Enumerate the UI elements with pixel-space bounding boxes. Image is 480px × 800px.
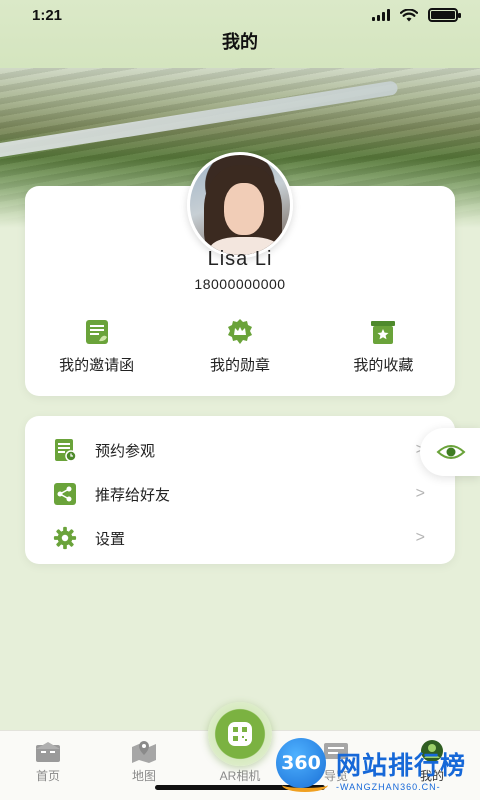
page-title: 我的: [222, 32, 258, 52]
menu-item-settings[interactable]: 设置 >: [25, 516, 455, 560]
my-favorites-button[interactable]: 我的收藏: [312, 318, 455, 375]
menu-card: 预约参观 > 推荐给好友 >: [25, 416, 455, 564]
user-phone: 18000000000: [194, 276, 286, 292]
eye-icon: [436, 445, 466, 459]
user-name: Lisa Li: [207, 248, 273, 270]
watermark-url: -WANGZHAN360.CN-: [336, 782, 441, 792]
status-time: 1:21: [32, 6, 63, 24]
status-bar: 1:21: [0, 0, 480, 30]
menu-item-label: 设置: [95, 530, 126, 548]
invitation-icon: [83, 318, 111, 346]
ar-camera-button[interactable]: [208, 702, 272, 766]
wifi-icon: [400, 8, 418, 21]
my-favorites-label: 我的收藏: [353, 357, 414, 374]
chevron-right-icon: >: [415, 529, 425, 546]
settings-gear-icon: [53, 526, 77, 550]
reservation-icon: [53, 438, 77, 462]
my-invitation-label: 我的邀请函: [59, 357, 135, 374]
tab-label: 地图: [131, 769, 156, 783]
my-invitation-button[interactable]: 我的邀请函: [25, 318, 168, 375]
ar-camera-icon: [228, 722, 252, 746]
home-icon: [34, 739, 62, 763]
quick-actions: 我的邀请函 我的勋章 我的收藏: [25, 318, 455, 375]
watermark-logo: 360 网站排行榜 -WANGZHAN360.CN-: [276, 738, 480, 798]
share-icon: [53, 482, 77, 506]
tab-home[interactable]: 首页: [0, 731, 96, 800]
tab-label: AR相机: [219, 769, 261, 783]
medal-icon: [226, 318, 254, 346]
menu-item-share[interactable]: 推荐给好友 >: [25, 472, 455, 516]
menu-item-label: 推荐给好友: [95, 486, 171, 504]
my-medals-label: 我的勋章: [209, 357, 270, 374]
chevron-right-icon: >: [415, 485, 425, 502]
map-icon: [130, 739, 158, 763]
cellular-signal-icon: [372, 9, 390, 21]
my-medals-button[interactable]: 我的勋章: [168, 318, 311, 375]
battery-icon: [428, 8, 461, 22]
menu-item-label: 预约参观: [95, 442, 156, 460]
floating-eye-button[interactable]: [420, 428, 480, 476]
user-avatar[interactable]: [187, 152, 293, 258]
tab-label: 首页: [35, 769, 60, 783]
watermark-title: 网站排行榜: [336, 752, 467, 780]
menu-item-reservation[interactable]: 预约参观 >: [25, 428, 455, 472]
favorites-icon: [369, 318, 397, 346]
